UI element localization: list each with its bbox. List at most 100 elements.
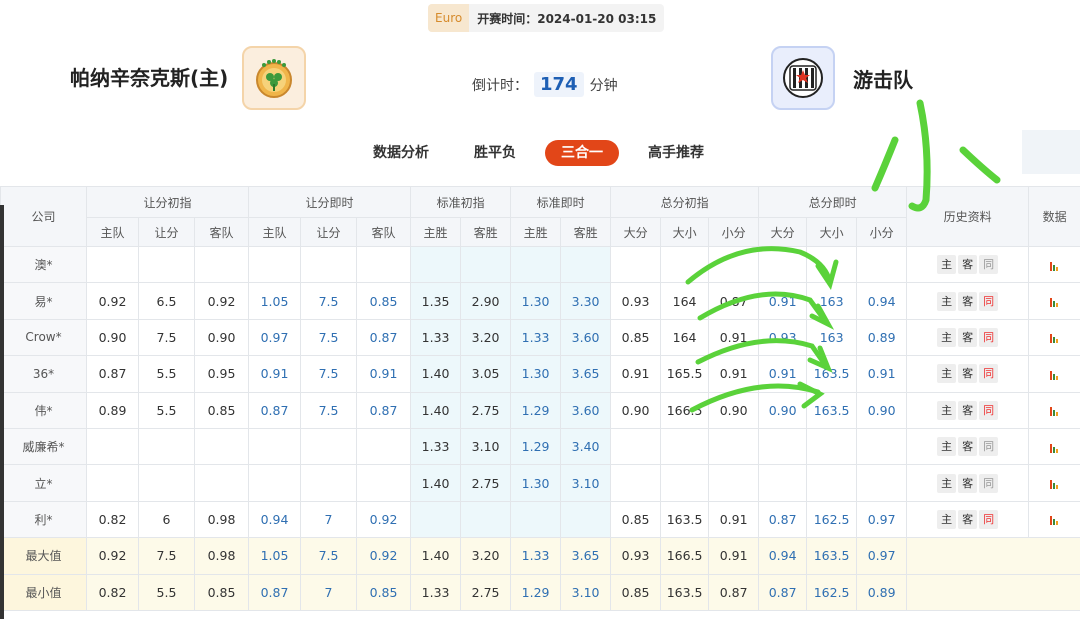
summary-label: 最小值 [0,573,87,611]
odds-cell: 1.29 [510,427,562,466]
history-away-button[interactable]: 客 [958,364,978,384]
summary-cell: 5.5 [138,573,195,611]
odds-cell: 1.30 [510,282,562,320]
history-away-button[interactable]: 客 [958,327,978,347]
odds-cell [660,464,710,502]
odds-cell: 164 [660,282,710,320]
odds-cell: 0.87 [758,500,808,539]
history-buttons: 主客同 [906,282,1030,320]
history-away-button[interactable]: 客 [958,509,978,529]
odds-cell: 0.91 [610,355,662,393]
odds-cell: 0.91 [356,355,412,393]
history-away-button[interactable]: 客 [958,255,978,275]
history-home-button[interactable]: 主 [937,255,957,275]
history-home-button[interactable]: 主 [937,437,957,457]
company-name[interactable]: Crow* [0,318,87,357]
data-cell [1028,391,1080,429]
history-same-button[interactable]: 同 [979,473,999,493]
tab-win-draw-lose[interactable]: 胜平负 [463,140,527,166]
odds-cell [610,464,662,502]
bar-chart-icon[interactable] [1049,333,1061,344]
bar-chart-icon[interactable] [1049,370,1061,380]
history-same-button[interactable]: 同 [979,400,999,420]
odds-cell: 0.92 [193,282,250,320]
history-home-button[interactable]: 主 [937,473,957,493]
bar-chart-icon[interactable] [1049,515,1061,526]
away-team-logo[interactable] [771,46,835,110]
odds-cell: 3.60 [560,391,612,429]
history-away-button[interactable]: 客 [958,473,978,493]
odds-cell [86,245,139,284]
home-team-name[interactable]: 帕纳辛奈克斯(主) [70,62,228,91]
history-home-button[interactable]: 主 [937,291,957,311]
bar-chart-icon[interactable] [1049,479,1061,490]
odds-cell: 0.94 [856,282,908,320]
summary-cell: 163.5 [660,573,710,611]
company-name[interactable]: 伟* [0,391,87,429]
history-same-button[interactable]: 同 [979,509,999,529]
away-team-name[interactable]: 游击队 [853,64,913,93]
odds-cell: 0.89 [856,318,908,357]
summary-cell: 0.87 [248,573,302,611]
company-name[interactable]: 澳* [0,245,87,284]
company-name[interactable]: 利* [0,500,87,539]
countdown-value: 174 [534,72,584,97]
odds-cell [560,500,612,539]
odds-cell: 3.10 [560,464,612,502]
history-home-button[interactable]: 主 [937,509,957,529]
company-name[interactable]: 威廉希* [0,427,87,466]
sub-header: 大小 [660,217,710,247]
odds-cell: 163.5 [806,391,858,429]
table-row: 易* 0.92 6.5 0.92 1.05 7.5 0.85 1.35 2.90 1.30 3.30… [0,282,1080,320]
history-home-button[interactable]: 主 [937,364,957,384]
company-name[interactable]: 36* [0,355,87,393]
bar-chart-icon[interactable] [1049,443,1061,453]
odds-cell [560,245,612,284]
kickoff-label: 开赛时间：2024-01-20 03:15 [477,11,657,26]
history-home-button[interactable]: 主 [937,327,957,347]
odds-cell: 1.33 [510,318,562,357]
odds-cell: 2.75 [460,391,512,429]
standard-live-header: 标准即时 [510,186,612,218]
odds-cell [410,500,462,539]
history-same-button[interactable]: 同 [979,255,999,275]
odds-cell: 0.93 [610,282,662,320]
sub-header: 客胜 [560,217,612,247]
history-away-button[interactable]: 客 [958,400,978,420]
company-name[interactable]: 易* [0,282,87,320]
odds-cell [138,245,195,284]
tab-three-in-one[interactable]: 三合一 [545,140,619,166]
bar-chart-icon[interactable] [1049,297,1061,308]
data-cell [1028,282,1080,320]
bar-chart-icon[interactable] [1049,261,1061,271]
odds-cell: 1.40 [410,464,462,502]
history-buttons: 主客同 [906,500,1030,539]
home-team-logo[interactable] [242,46,306,110]
odds-cell [410,245,462,284]
league-badge[interactable]: Euro [428,4,470,32]
odds-cell: 0.91 [248,355,302,393]
odds-cell: 6 [138,500,195,539]
history-same-button[interactable]: 同 [979,437,999,457]
tab-data-analysis[interactable]: 数据分析 [366,140,436,166]
sub-header: 主队 [86,217,139,247]
history-home-button[interactable]: 主 [937,400,957,420]
history-away-button[interactable]: 客 [958,291,978,311]
history-same-button[interactable]: 同 [979,327,999,347]
odds-cell: 1.30 [510,464,562,502]
odds-cell [610,427,662,466]
tab-expert-picks[interactable]: 高手推荐 [641,140,711,166]
history-buttons: 主客同 [906,355,1030,393]
odds-cell: 0.92 [356,500,412,539]
summary-cell: 0.98 [193,537,250,575]
bar-chart-icon[interactable] [1049,406,1061,417]
history-same-button[interactable]: 同 [979,364,999,384]
summary-cell: 1.33 [410,573,462,611]
history-away-button[interactable]: 客 [958,437,978,457]
screen-edge [0,205,4,619]
sub-header: 主队 [248,217,302,247]
summary-row: 最小值 0.82 5.5 0.85 0.87 7 0.85 1.33 2.75 1.29 3.10 0… [0,573,1080,611]
company-name[interactable]: 立* [0,464,87,502]
company-header: 公司 [0,186,87,247]
history-same-button[interactable]: 同 [979,291,999,311]
